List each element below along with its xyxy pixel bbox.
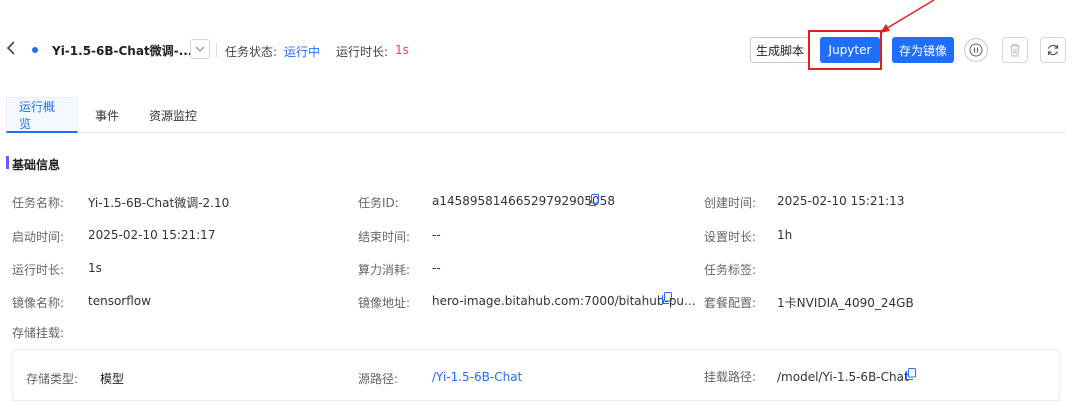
generate-script-button[interactable]: 生成脚本 <box>750 37 810 63</box>
copy-task-id-icon[interactable] <box>589 194 599 206</box>
task-status-value: 运行中 <box>284 45 321 59</box>
task-id-label: 任务ID: <box>358 196 399 210</box>
task-tag-label: 任务标签: <box>704 263 757 277</box>
mount-path-value: /model/Yi-1.5-6B-Chat <box>777 370 909 384</box>
start-time-label: 启动时间: <box>12 230 65 244</box>
copy-mount-path-icon[interactable] <box>906 368 916 380</box>
refresh-button[interactable] <box>1040 37 1066 63</box>
jupyter-button[interactable]: Jupyter <box>820 37 880 63</box>
pause-icon <box>969 43 983 57</box>
end-time-label: 结束时间: <box>358 230 411 244</box>
tab-events[interactable]: 事件 <box>82 97 132 133</box>
created-time-value: 2025-02-10 15:21:13 <box>777 194 905 208</box>
section-title: 基础信息 <box>12 158 61 172</box>
back-chevron-icon[interactable] <box>6 41 20 59</box>
section-marker <box>6 156 9 169</box>
run-duration-value: 1s <box>395 43 409 57</box>
pause-button[interactable] <box>964 38 988 62</box>
annotation-arrow-icon <box>880 0 935 33</box>
set-duration-value: 1h <box>777 228 793 242</box>
tab-resource-monitor[interactable]: 资源监控 <box>136 97 210 133</box>
header-divider <box>216 43 217 57</box>
set-duration-label: 设置时长: <box>704 230 757 244</box>
refresh-icon <box>1047 44 1059 56</box>
task-status-label: 任务状态: <box>225 45 278 59</box>
run-duration-info-label: 运行时长: <box>12 263 65 277</box>
source-path-link[interactable]: /Yi-1.5-6B-Chat <box>432 370 522 384</box>
start-time-value: 2025-02-10 15:21:17 <box>88 228 216 242</box>
created-time-label: 创建时间: <box>704 196 757 210</box>
storage-type-label: 存储类型: <box>26 372 79 386</box>
image-address-label: 镜像地址: <box>358 296 411 310</box>
trash-icon <box>1010 44 1020 57</box>
compute-usage-label: 算力消耗: <box>358 263 411 277</box>
run-duration-info-value: 1s <box>88 261 102 275</box>
detail-tabs: 运行概览 事件 资源监控 <box>6 97 1066 133</box>
source-path-label: 源路径: <box>358 372 399 386</box>
image-address-value: hero-image.bitahub.com:7000/bitahub-pu..… <box>432 294 696 308</box>
end-time-value: -- <box>432 228 441 242</box>
status-dot-icon <box>32 47 38 53</box>
task-name-label: 任务名称: <box>12 196 65 210</box>
task-id-value: a1458958146652979290505​8 <box>432 194 615 208</box>
job-title: Yi-1.5-6B-Chat微调-... <box>52 44 193 58</box>
compute-usage-value: -- <box>432 261 441 275</box>
image-name-label: 镜像名称: <box>12 296 65 310</box>
image-name-value: tensorflow <box>88 294 151 308</box>
storage-type-value: 模型 <box>100 372 125 386</box>
chevron-down-icon <box>195 46 205 52</box>
package-config-value: 1卡NVIDIA_4090_24GB <box>777 296 914 310</box>
save-as-image-button[interactable]: 存为镜像 <box>892 37 954 63</box>
package-config-label: 套餐配置: <box>704 296 757 310</box>
copy-image-address-icon[interactable] <box>662 292 672 304</box>
job-switch-dropdown[interactable] <box>190 39 210 59</box>
task-name-value: Yi-1.5-6B-Chat微调-2.10 <box>88 196 230 210</box>
tab-overview[interactable]: 运行概览 <box>6 97 78 133</box>
storage-mount-label: 存储挂载: <box>12 326 65 340</box>
run-duration-label: 运行时长: <box>336 45 389 59</box>
task-header: Yi-1.5-6B-Chat微调-... 任务状态: 运行中 运行时长: 1s … <box>0 30 1080 70</box>
delete-button[interactable] <box>1002 37 1028 63</box>
mount-path-label: 挂载路径: <box>704 370 757 384</box>
